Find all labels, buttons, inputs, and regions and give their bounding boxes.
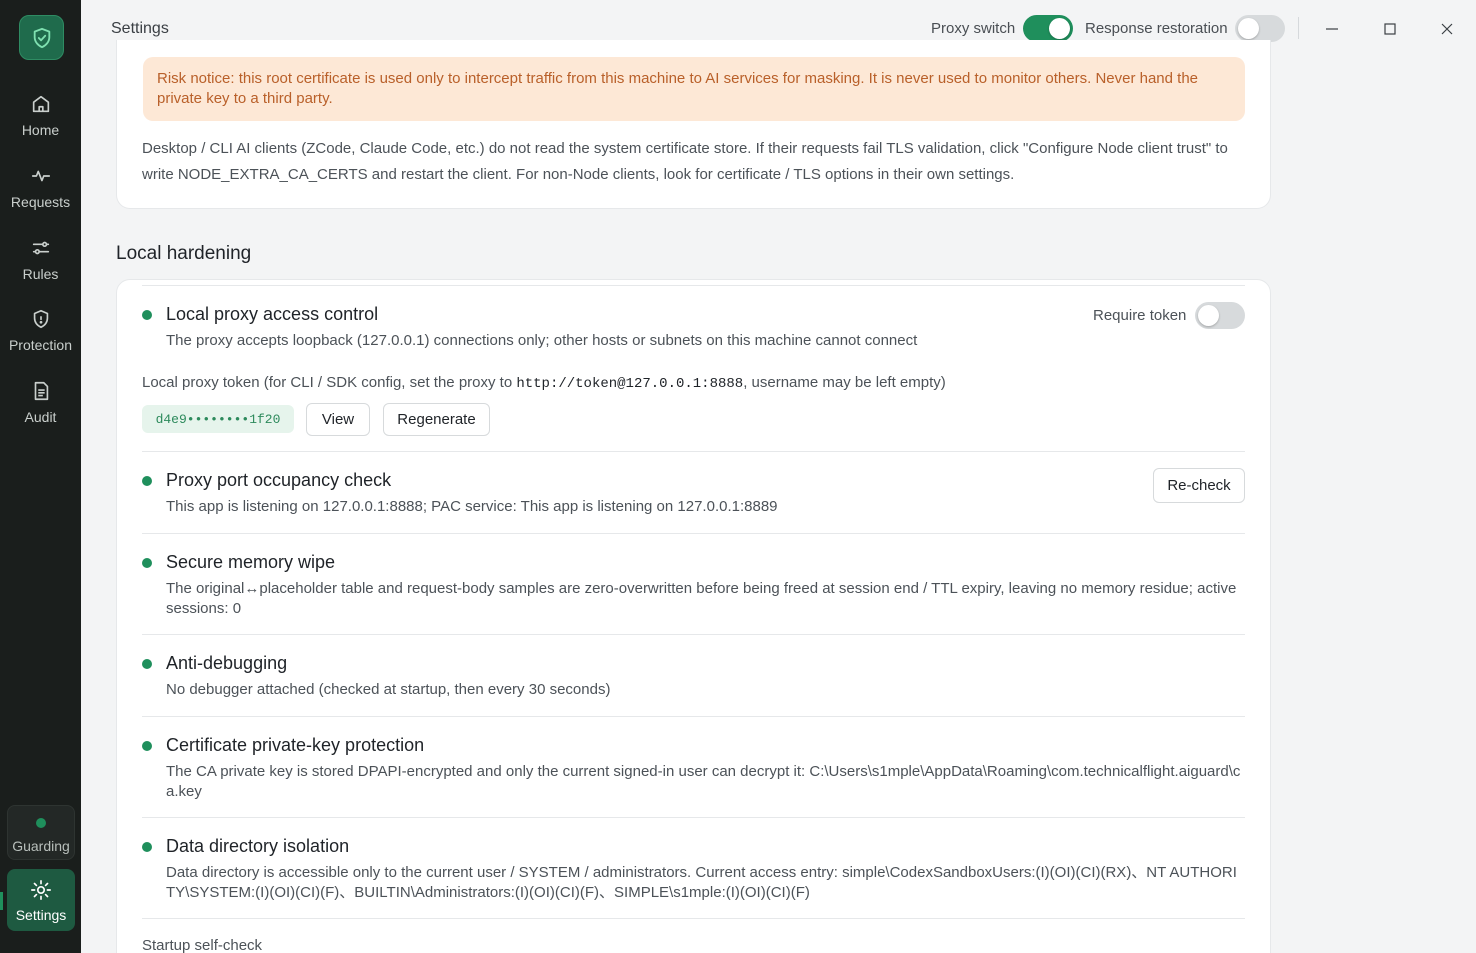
sidebar-item-rules[interactable]: Rules <box>0 237 81 299</box>
startup-check-label: Startup self-check <box>142 937 263 953</box>
window-edge <box>1470 0 1476 953</box>
status-dot-icon <box>142 310 152 320</box>
item-title: Local proxy access control <box>166 304 379 324</box>
gear-icon <box>31 880 51 900</box>
shield-check-icon <box>33 27 50 48</box>
proxy-switch-toggle[interactable] <box>1023 15 1073 42</box>
guarding-status-label: Guarding <box>12 838 70 854</box>
active-indicator <box>0 892 3 910</box>
item-description: Data directory is accessible only to the… <box>166 864 1237 901</box>
sidebar-item-settings[interactable]: Settings <box>7 869 75 931</box>
divider <box>142 918 1245 919</box>
section-title: Local hardening <box>116 243 252 264</box>
home-icon <box>32 95 49 113</box>
status-dot-icon <box>142 842 152 852</box>
toggle-knob <box>1238 18 1259 39</box>
require-token-label: Require token <box>1093 307 1187 324</box>
divider <box>142 716 1245 717</box>
item-description: The original↔placeholder table and reque… <box>166 580 1237 617</box>
sidebar: Home Requests Rules Protection Audit Gua… <box>0 0 81 953</box>
activity-icon <box>31 170 50 182</box>
divider <box>142 533 1245 534</box>
sidebar-item-label: Home <box>21 122 60 138</box>
divider <box>142 634 1245 635</box>
sidebar-item-label: Settings <box>15 907 67 923</box>
token-hint-url: http://token@127.0.0.1:8888 <box>516 376 744 392</box>
sliders-icon <box>32 241 49 255</box>
client-trust-note: Desktop / CLI AI clients (ZCode, Claude … <box>142 140 1228 183</box>
response-restoration-toggle[interactable] <box>1235 15 1285 42</box>
divider <box>142 817 1245 818</box>
divider <box>142 451 1245 452</box>
maximize-button[interactable] <box>1375 14 1405 44</box>
item-title: Data directory isolation <box>166 836 350 856</box>
sidebar-item-protection[interactable]: Protection <box>0 308 81 370</box>
sidebar-item-requests[interactable]: Requests <box>0 165 81 227</box>
minimize-button[interactable] <box>1317 14 1347 44</box>
proxy-switch-label: Proxy switch <box>931 20 1016 37</box>
item-title: Certificate private-key protection <box>166 735 425 755</box>
token-value: d4e9••••••••1f20 <box>142 405 294 433</box>
risk-notice: Risk notice: this root certificate is us… <box>143 57 1245 121</box>
token-hint-suffix: , username may be left empty) <box>743 374 946 391</box>
guarding-status: Guarding <box>7 805 75 860</box>
divider <box>1298 17 1299 39</box>
document-icon <box>34 381 48 401</box>
item-description: This app is listening on 127.0.0.1:8888;… <box>166 498 778 515</box>
toggle-knob <box>1198 305 1219 326</box>
require-token-toggle[interactable] <box>1195 302 1245 329</box>
close-button[interactable] <box>1432 14 1462 44</box>
shield-icon <box>33 309 48 329</box>
sidebar-item-audit[interactable]: Audit <box>0 380 81 442</box>
token-hint-prefix: Local proxy token (for CLI / SDK config,… <box>142 374 517 391</box>
sidebar-item-label: Protection <box>8 337 73 353</box>
page-title: Settings <box>111 20 169 37</box>
item-description: The proxy accepts loopback (127.0.0.1) c… <box>166 332 918 349</box>
regenerate-token-button[interactable]: Regenerate <box>383 403 490 436</box>
status-dot-icon <box>142 476 152 486</box>
toggle-knob <box>1049 18 1070 39</box>
minimize-icon <box>1326 28 1338 30</box>
app-logo <box>19 15 64 60</box>
item-title: Anti-debugging <box>166 653 288 673</box>
divider <box>142 285 1245 286</box>
status-dot-icon <box>142 741 152 751</box>
item-title: Secure memory wipe <box>166 552 336 572</box>
item-description: The CA private key is stored DPAPI-encry… <box>166 763 1241 800</box>
sidebar-item-home[interactable]: Home <box>0 93 81 155</box>
sidebar-item-label: Rules <box>22 266 59 282</box>
status-dot-icon <box>142 558 152 568</box>
close-icon <box>1441 23 1453 35</box>
item-title: Proxy port occupancy check <box>166 470 392 490</box>
status-dot-icon <box>36 818 46 828</box>
response-restoration-label: Response restoration <box>1085 20 1228 37</box>
recheck-button[interactable]: Re-check <box>1153 468 1245 503</box>
token-hint: Local proxy token (for CLI / SDK config,… <box>142 373 946 394</box>
sidebar-item-label: Audit <box>24 409 57 425</box>
status-dot-icon <box>142 659 152 669</box>
maximize-icon <box>1384 23 1396 35</box>
item-description: No debugger attached (checked at startup… <box>166 681 611 698</box>
sidebar-item-label: Requests <box>10 194 71 210</box>
view-token-button[interactable]: View <box>306 403 370 436</box>
